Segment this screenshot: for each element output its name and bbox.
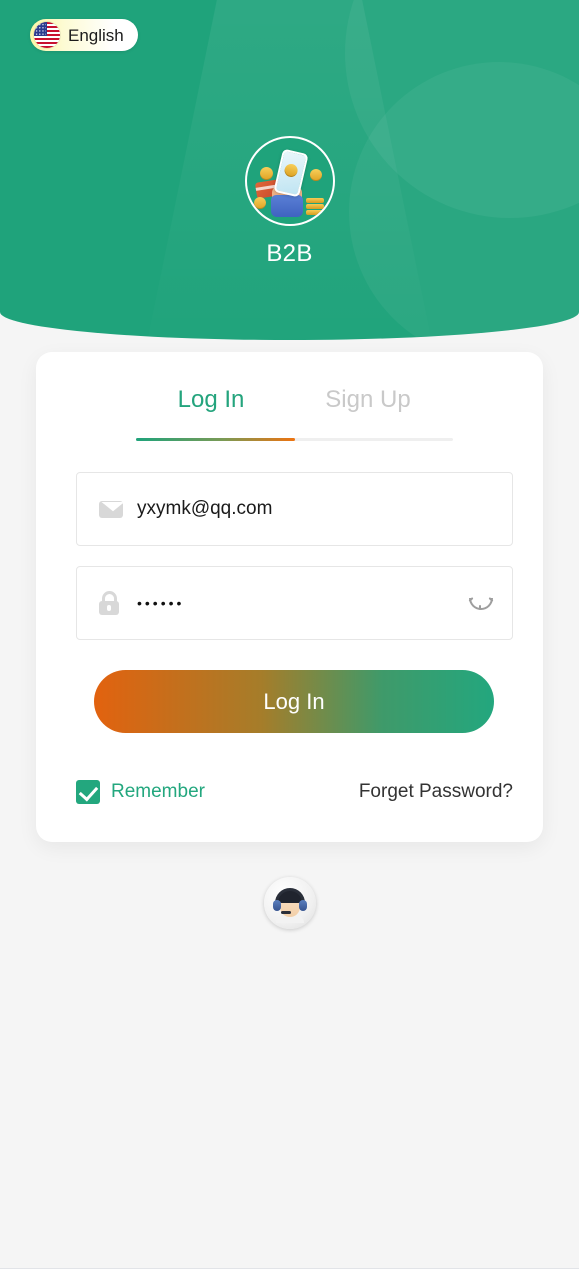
app-title: B2B <box>266 240 313 267</box>
lock-icon <box>99 591 125 615</box>
tab-signup[interactable]: Sign Up <box>290 386 447 430</box>
eye-closed-icon[interactable] <box>468 594 494 612</box>
language-selector[interactable]: English <box>30 19 138 51</box>
login-button[interactable]: Log In <box>94 670 494 733</box>
checkmark-icon <box>76 780 100 804</box>
customer-service-button[interactable] <box>263 877 316 929</box>
tab-login[interactable]: Log In <box>133 386 290 430</box>
remember-checkbox[interactable]: Remember <box>76 780 205 804</box>
email-value: yxymk@qq.com <box>137 498 273 519</box>
us-flag-icon <box>34 22 60 48</box>
password-value: •••••• <box>137 595 185 611</box>
password-field[interactable]: •••••• <box>76 566 513 640</box>
tab-underline-indicator <box>136 438 453 441</box>
language-label: English <box>68 25 124 45</box>
forgot-password-link[interactable]: Forget Password? <box>359 781 513 803</box>
hand-holding-phone-with-coins-icon <box>253 145 326 217</box>
app-logo <box>244 136 335 226</box>
app-branding: B2B <box>0 136 579 268</box>
email-field[interactable]: yxymk@qq.com <box>76 472 513 546</box>
auth-tabs: Log In Sign Up <box>36 386 543 430</box>
auth-card: Log In Sign Up yxymk@qq.com •••••• Log I… <box>36 352 543 842</box>
envelope-icon <box>99 500 125 518</box>
customer-service-agent-icon <box>270 883 310 923</box>
auth-options-row: Remember Forget Password? <box>76 780 513 804</box>
remember-label: Remember <box>111 781 205 802</box>
